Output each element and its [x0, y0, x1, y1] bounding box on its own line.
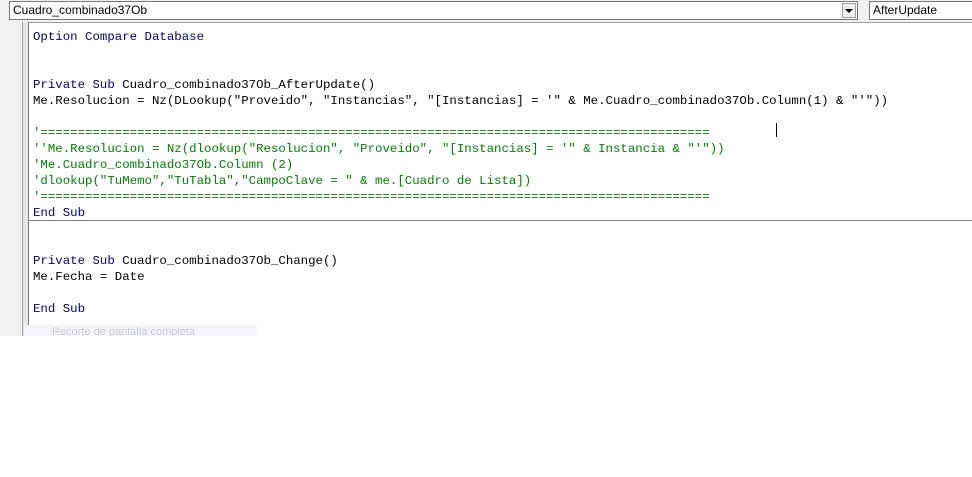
procedure-name: Cuadro_combinado37Ob_Change() — [114, 254, 338, 268]
code-line-sub2-declaration: Private Sub Cuadro_combinado37Ob_Change(… — [33, 253, 338, 269]
procedure-separator — [29, 220, 972, 221]
keyword-private-sub: Private Sub — [33, 254, 115, 268]
procedure-combo[interactable]: AfterUpdate — [869, 1, 972, 20]
comment-line: ''Me.Resolucion = Nz(dlookup("Resolucion… — [33, 142, 725, 156]
code-editor[interactable]: Option Compare Database Private Sub Cuad… — [29, 22, 972, 336]
code-window-toolbar: Cuadro_combinado37Ob AfterUpdate — [0, 0, 972, 22]
comment-line: 'Me.Cuadro_combinado37Ob.Column (2) — [33, 158, 294, 172]
object-combo-dropdown-button[interactable] — [842, 3, 856, 18]
margin-indicator-bar[interactable] — [22, 22, 29, 336]
code-line-option: Option Compare Database — [33, 30, 205, 44]
object-combo[interactable]: Cuadro_combinado37Ob — [9, 1, 858, 20]
code-line-sub1-declaration: Private Sub Cuadro_combinado37Ob_AfterUp… — [33, 77, 375, 93]
window-margin — [0, 22, 22, 336]
procedure-combo-value: AfterUpdate — [873, 3, 938, 17]
code-line-end-sub: End Sub — [33, 206, 86, 220]
overlay-label: Recorte de pantalla completa — [52, 326, 196, 336]
keyword-private-sub: Private Sub — [33, 78, 115, 92]
code-line-sub1-body: Me.Resolucion = Nz(DLookup("Proveido", "… — [33, 94, 889, 108]
procedure-name: Cuadro_combinado37Ob_AfterUpdate() — [114, 78, 376, 92]
comment-separator: '=======================================… — [33, 190, 710, 204]
code-line-sub2-body: Me.Fecha = Date — [33, 270, 145, 284]
comment-separator: '=======================================… — [33, 126, 710, 140]
object-combo-value: Cuadro_combinado37Ob — [13, 3, 148, 17]
code-line-end-sub: End Sub — [33, 302, 86, 316]
chevron-down-icon — [845, 8, 853, 13]
text-caret — [776, 123, 777, 137]
screenshot-tool-overlay: Recorte de pantalla completa — [24, 325, 257, 336]
comment-line: 'dlookup("TuMemo","TuTabla","CampoClave … — [33, 174, 532, 188]
